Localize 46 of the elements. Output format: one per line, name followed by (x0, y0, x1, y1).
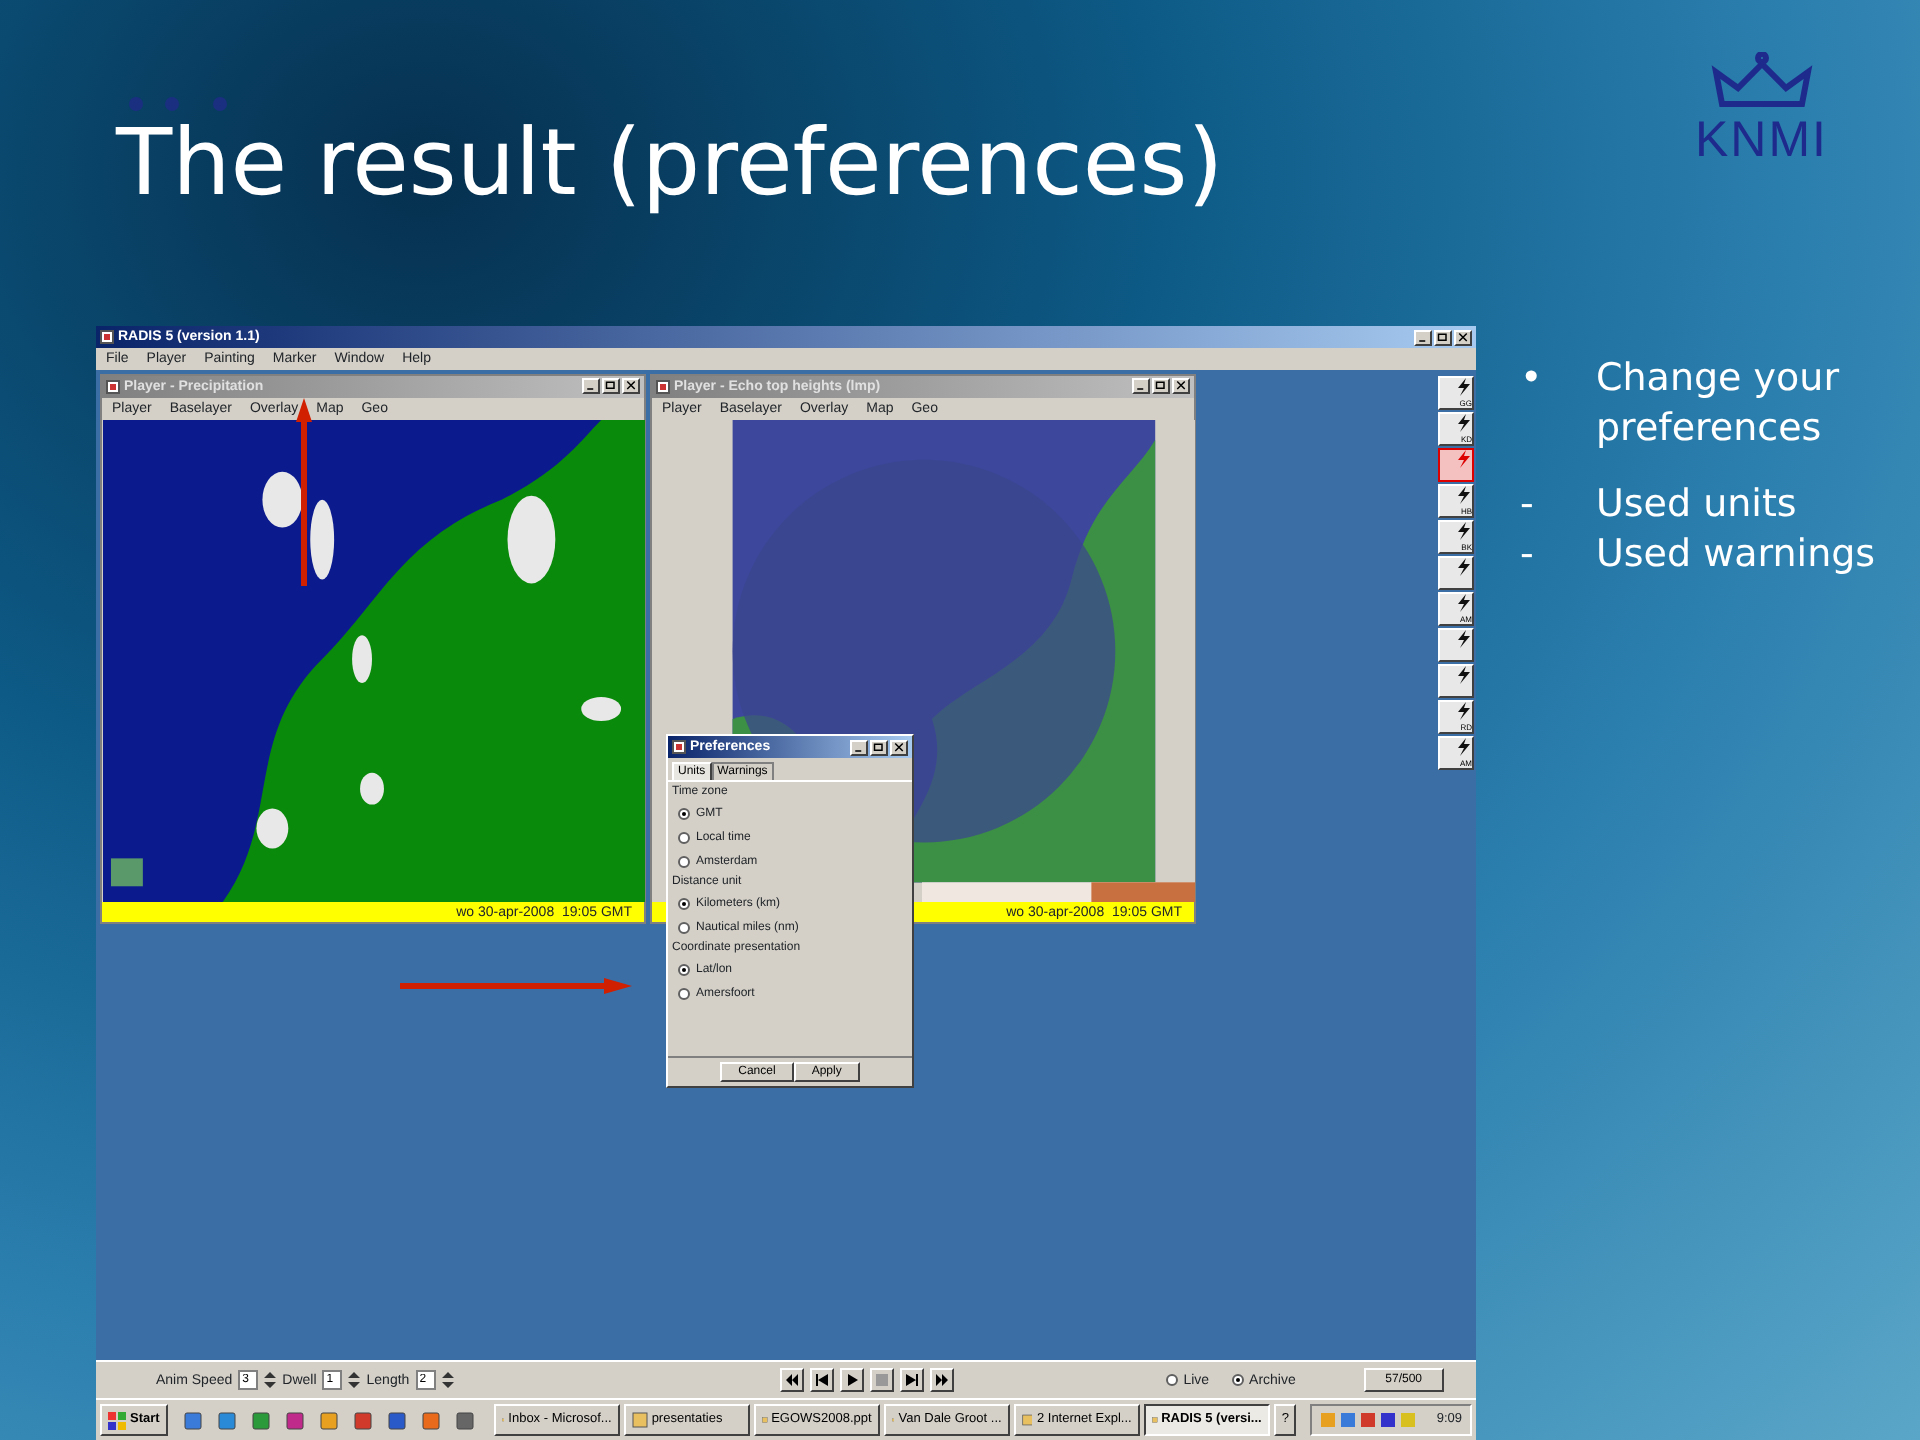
radio-button[interactable] (678, 963, 690, 975)
radio-button[interactable] (678, 831, 690, 843)
maximize-icon (870, 739, 888, 755)
arrow-icon (296, 398, 312, 586)
last-frame-icon (933, 1372, 950, 1388)
minimize-icon (850, 739, 868, 755)
next-button[interactable] (899, 1368, 924, 1392)
stop-button[interactable] (869, 1368, 894, 1392)
app-icon (656, 379, 670, 394)
bullet-marker: - (1520, 480, 1536, 531)
stop-icon (873, 1372, 890, 1388)
radio-button[interactable] (678, 807, 690, 819)
radio-button[interactable] (678, 987, 690, 999)
app-icon (672, 740, 686, 754)
radio-button[interactable] (678, 921, 690, 933)
app-icon (631, 1412, 648, 1428)
first-frame-button[interactable] (779, 1368, 804, 1392)
last-frame-button[interactable] (929, 1368, 954, 1392)
bullet-marker: • (1520, 354, 1545, 404)
previous-button[interactable] (809, 1368, 834, 1392)
bullet-text: Change your preferences (1596, 354, 1842, 453)
logo-text: KNMI (1695, 116, 1828, 166)
app-icon (1151, 1412, 1158, 1428)
radio-button[interactable] (678, 897, 690, 909)
app-icon (761, 1412, 768, 1428)
play-button[interactable] (839, 1368, 864, 1392)
bullet-text: Used warnings (1596, 530, 1876, 580)
spin-arrows-icon (348, 1370, 361, 1390)
app-icon (1021, 1412, 1033, 1428)
spin-arrows-icon (441, 1370, 454, 1390)
bullet-marker: - (1520, 530, 1536, 580)
play-icon (843, 1372, 860, 1388)
app-icon (100, 330, 114, 344)
previous-icon (813, 1372, 830, 1388)
radio-button[interactable] (678, 855, 690, 867)
next-icon (903, 1372, 920, 1388)
windows-logo-icon (108, 1411, 126, 1429)
dots-icon (128, 96, 228, 112)
arrow-icon (400, 978, 632, 994)
first-frame-icon (783, 1372, 800, 1388)
radio-button[interactable] (1231, 1374, 1244, 1386)
bullet-text: Used units (1596, 480, 1799, 531)
close-icon (890, 739, 908, 755)
radio-button[interactable] (1165, 1374, 1178, 1386)
app-icon (106, 379, 120, 394)
spin-arrows-icon (264, 1370, 277, 1390)
